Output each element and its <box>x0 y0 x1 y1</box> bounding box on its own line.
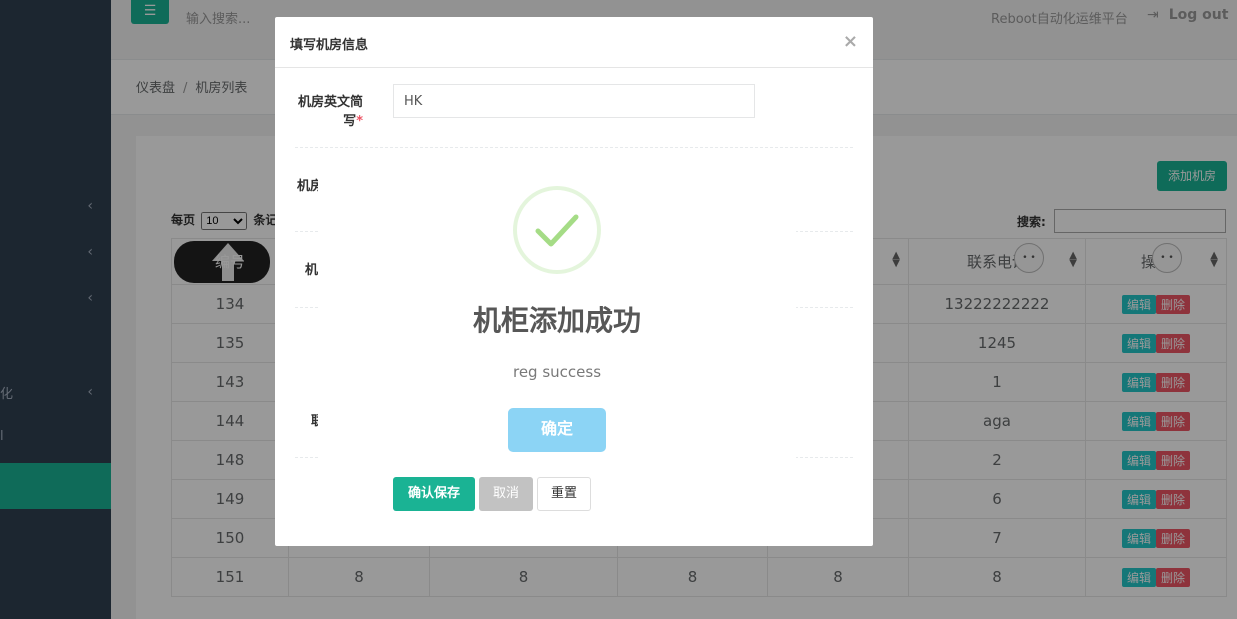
reset-button[interactable]: 重置 <box>537 477 591 511</box>
en-name-label-line1: 机房英文简 <box>297 95 363 110</box>
success-alert: 机柜添加成功 reg success 确定 <box>318 149 796 469</box>
save-button[interactable]: 确认保存 <box>393 477 475 511</box>
alert-title: 机柜添加成功 <box>472 304 641 337</box>
en-name-label: 机房英文简 写* <box>297 91 363 129</box>
en-name-input[interactable] <box>393 84 755 118</box>
alert-message: reg success <box>512 363 602 381</box>
form-label-3: 机 <box>305 263 319 278</box>
success-check-icon <box>513 186 601 274</box>
confirm-button[interactable]: 确定 <box>508 408 606 452</box>
cancel-button[interactable]: 取消 <box>479 477 533 511</box>
modal-title: 填写机房信息 <box>290 38 369 53</box>
modal-header: 填写机房信息 × <box>275 17 873 68</box>
required-mark: * <box>356 114 363 129</box>
form-divider <box>295 147 853 148</box>
close-icon[interactable]: × <box>843 31 858 52</box>
en-name-label-line2: 写 <box>343 114 357 129</box>
